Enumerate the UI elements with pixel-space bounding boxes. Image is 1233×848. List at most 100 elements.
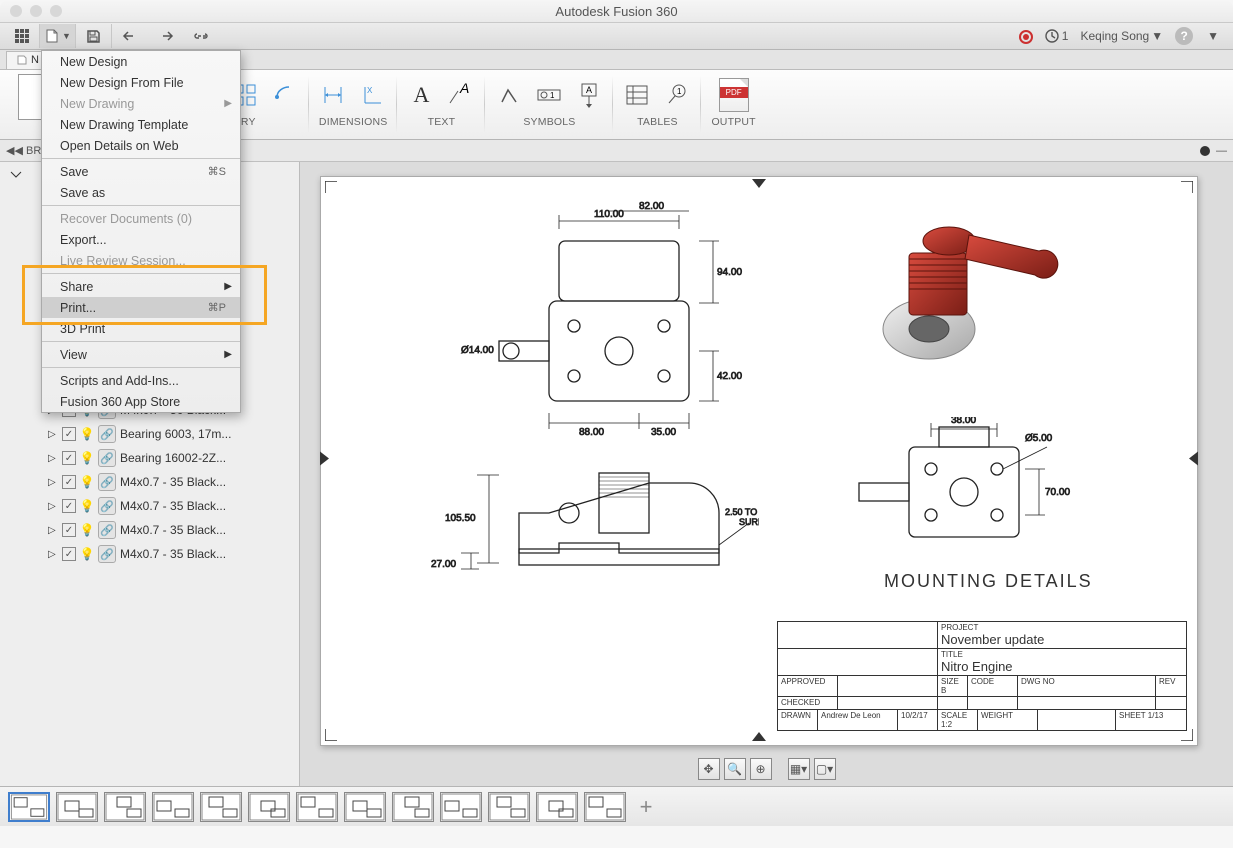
visibility-checkbox[interactable]: [62, 547, 76, 561]
menu-live-review[interactable]: Live Review Session...: [42, 250, 240, 271]
pan-icon[interactable]: ✥: [698, 758, 720, 780]
tree-row[interactable]: ▷💡🔗M4x0.7 - 35 Black...: [8, 518, 297, 542]
minimize-window-icon[interactable]: [30, 5, 42, 17]
pdf-icon[interactable]: [719, 78, 749, 112]
visibility-checkbox[interactable]: [62, 475, 76, 489]
visibility-checkbox[interactable]: [62, 499, 76, 513]
user-menu[interactable]: Keqing Song▼: [1080, 29, 1163, 43]
visibility-checkbox[interactable]: [62, 451, 76, 465]
lightbulb-icon[interactable]: 💡: [80, 547, 94, 561]
sheet-thumbnail[interactable]: [152, 792, 194, 822]
text-icon[interactable]: A: [407, 81, 435, 109]
zoom-window-icon[interactable]: [50, 5, 62, 17]
lightbulb-icon[interactable]: 💡: [80, 523, 94, 537]
expand-icon[interactable]: ▷: [48, 429, 58, 440]
menu-new-design-from-file[interactable]: New Design From File: [42, 72, 240, 93]
panel-title: BR: [26, 145, 41, 157]
tree-row[interactable]: ▷💡🔗Bearing 6003, 17m...: [8, 422, 297, 446]
root-expand-icon[interactable]: [8, 166, 22, 180]
close-window-icon[interactable]: [10, 5, 22, 17]
tree-item-label: Bearing 16002-2Z...: [120, 451, 226, 465]
balloon-icon[interactable]: 1: [663, 81, 691, 109]
lightbulb-icon[interactable]: 💡: [80, 427, 94, 441]
rev-label: REV: [1156, 676, 1186, 696]
sheet-thumbnail[interactable]: [104, 792, 146, 822]
sheet-thumbnail[interactable]: [344, 792, 386, 822]
menu-share[interactable]: Share▶: [42, 276, 240, 297]
sheet-thumbnail[interactable]: [296, 792, 338, 822]
link-button[interactable]: [184, 24, 220, 48]
sheet-thumbnail[interactable]: [56, 792, 98, 822]
sheet-thumbnail[interactable]: [536, 792, 578, 822]
expand-icon[interactable]: ▷: [48, 525, 58, 536]
menu-recover-documents[interactable]: Recover Documents (0): [42, 208, 240, 229]
sheet-thumbnail[interactable]: [584, 792, 626, 822]
sheet-thumbnail[interactable]: [200, 792, 242, 822]
sheet-thumbnail[interactable]: [488, 792, 530, 822]
menu-new-drawing[interactable]: New Drawing▶: [42, 93, 240, 114]
menu-save-as[interactable]: Save as: [42, 182, 240, 203]
lightbulb-icon[interactable]: 💡: [80, 451, 94, 465]
menu-3d-print[interactable]: 3D Print: [42, 318, 240, 339]
sheet-thumbnail[interactable]: [440, 792, 482, 822]
menu-save[interactable]: Save⌘S: [42, 161, 240, 182]
menu-export[interactable]: Export...: [42, 229, 240, 250]
sheet-thumbnail[interactable]: [392, 792, 434, 822]
dimension-icon[interactable]: [319, 81, 347, 109]
menu-new-drawing-template[interactable]: New Drawing Template: [42, 114, 240, 135]
undo-button[interactable]: [112, 24, 148, 48]
surface-icon[interactable]: [495, 81, 523, 109]
display-settings-icon[interactable]: ▦▾: [788, 758, 810, 780]
tree-row[interactable]: ▷💡🔗M4x0.7 - 35 Black...: [8, 470, 297, 494]
minus-icon[interactable]: —: [1216, 145, 1227, 157]
visibility-checkbox[interactable]: [62, 523, 76, 537]
ordinate-icon[interactable]: X: [359, 81, 387, 109]
clock-count: 1: [1062, 29, 1069, 43]
expand-icon[interactable]: ▷: [48, 501, 58, 512]
dot-toggle-icon[interactable]: [1200, 146, 1210, 156]
apps-grid-icon[interactable]: [4, 24, 40, 48]
expand-icon[interactable]: ▷: [48, 477, 58, 488]
document-icon: [17, 55, 27, 65]
add-sheet-button[interactable]: +: [632, 793, 660, 821]
sheet-thumbnail[interactable]: [248, 792, 290, 822]
fcf-icon[interactable]: 1: [535, 81, 563, 109]
svg-text:A: A: [459, 83, 469, 96]
ribbon-symbols-group: 1 A SYMBOLS: [485, 70, 613, 139]
menu-view[interactable]: View▶: [42, 344, 240, 365]
file-menu: New Design New Design From File New Draw…: [41, 50, 241, 413]
record-icon[interactable]: [1019, 29, 1033, 44]
menu-app-store[interactable]: Fusion 360 App Store: [42, 391, 240, 412]
tree-row[interactable]: ▷💡🔗M4x0.7 - 35 Black...: [8, 494, 297, 518]
zoom-icon[interactable]: 🔍: [724, 758, 746, 780]
save-button[interactable]: [76, 24, 112, 48]
menu-open-details-web[interactable]: Open Details on Web: [42, 135, 240, 156]
sheet-thumbnail[interactable]: [8, 792, 50, 822]
table-icon[interactable]: [623, 81, 651, 109]
help-button[interactable]: ?: [1175, 27, 1193, 45]
edgeext-icon[interactable]: [271, 81, 299, 109]
visibility-checkbox[interactable]: [62, 427, 76, 441]
menu-scripts-addins[interactable]: Scripts and Add-Ins...: [42, 370, 240, 391]
approved-label: APPROVED: [778, 676, 838, 696]
tree-item-label: M4x0.7 - 35 Black...: [120, 523, 226, 537]
leader-icon[interactable]: A: [447, 81, 475, 109]
file-menu-button[interactable]: ▼: [40, 24, 76, 48]
expand-icon[interactable]: ▷: [48, 453, 58, 464]
drawing-canvas[interactable]: 110.00 82.00 94.00 42.00 88.00: [300, 162, 1233, 786]
ribbon-dimensions-group: X DIMENSIONS: [309, 70, 398, 139]
expand-icon[interactable]: ▷: [48, 549, 58, 560]
grid-settings-icon[interactable]: ▢▾: [814, 758, 836, 780]
lightbulb-icon[interactable]: 💡: [80, 475, 94, 489]
menu-new-design[interactable]: New Design: [42, 51, 240, 72]
tree-row[interactable]: ▷💡🔗Bearing 16002-2Z...: [8, 446, 297, 470]
menu-print[interactable]: Print...⌘P: [42, 297, 240, 318]
tree-row[interactable]: ▷💡🔗M4x0.7 - 35 Black...: [8, 542, 297, 566]
datum-icon[interactable]: A: [575, 81, 603, 109]
zoom-window-icon[interactable]: ⊕: [750, 758, 772, 780]
lightbulb-icon[interactable]: 💡: [80, 499, 94, 513]
redo-button[interactable]: [148, 24, 184, 48]
collapse-left-icon[interactable]: ◀◀: [6, 144, 18, 157]
extensions-button[interactable]: 1: [1045, 29, 1069, 43]
svg-text:A: A: [586, 85, 592, 95]
